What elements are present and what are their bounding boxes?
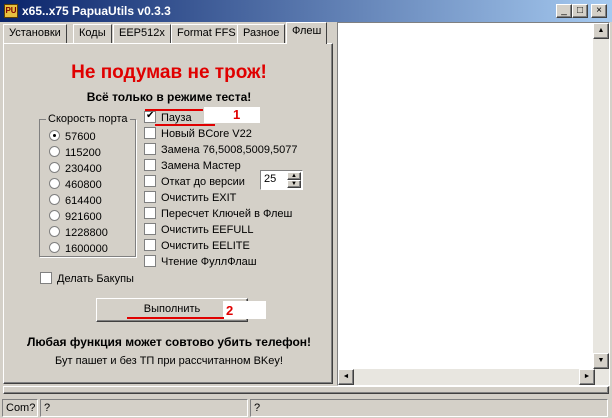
status-com: Com? bbox=[2, 399, 38, 417]
scroll-right-button[interactable]: ► bbox=[579, 369, 595, 385]
checkbox-box[interactable] bbox=[144, 127, 156, 139]
app-icon: PU bbox=[4, 4, 18, 18]
checkbox-box[interactable] bbox=[144, 255, 156, 267]
radio-circle[interactable] bbox=[49, 146, 60, 157]
tab-eep512x[interactable]: EEP512x bbox=[113, 24, 171, 43]
checkbox-replace-76[interactable]: Замена 76,5008,5009,5077 bbox=[144, 142, 298, 158]
checkbox-box[interactable] bbox=[144, 143, 156, 155]
checkbox-make-backups[interactable]: Делать Бакупы bbox=[40, 271, 134, 287]
checkbox-clear-eelite[interactable]: Очистить EELITE bbox=[144, 238, 250, 254]
radio-921600[interactable]: 921600 bbox=[49, 209, 102, 225]
radio-614400[interactable]: 614400 bbox=[49, 193, 102, 209]
splitter[interactable] bbox=[3, 386, 609, 394]
checkbox-replace-master[interactable]: Замена Мастер bbox=[144, 158, 241, 174]
radio-115200[interactable]: 115200 bbox=[49, 145, 101, 161]
checkbox-box[interactable] bbox=[144, 159, 156, 171]
checkbox-box[interactable] bbox=[144, 239, 156, 251]
horizontal-scrollbar[interactable]: ◄ ► bbox=[338, 369, 595, 385]
maximize-button[interactable]: □ bbox=[572, 4, 588, 18]
status-field-2: ? bbox=[250, 399, 608, 417]
annotation-2-number: 2 bbox=[226, 303, 234, 318]
checkbox-box[interactable] bbox=[144, 191, 156, 203]
radio-circle[interactable] bbox=[49, 210, 60, 221]
radio-circle[interactable] bbox=[49, 226, 60, 237]
tab-flash[interactable]: Флеш bbox=[286, 22, 328, 44]
radio-1600000[interactable]: 1600000 bbox=[49, 241, 108, 257]
checkbox-box[interactable] bbox=[144, 109, 156, 123]
status-bar: Com? ? ? bbox=[0, 398, 612, 418]
checkbox-clear-exit[interactable]: Очистить EXIT bbox=[144, 190, 236, 206]
checkbox-recalc-keys[interactable]: Пересчет Ключей в Флеш bbox=[144, 206, 292, 222]
tab-format-ffs[interactable]: Format FFS bbox=[171, 24, 242, 43]
radio-57600[interactable]: 57600 bbox=[49, 129, 96, 145]
title-bar[interactable]: PU x65..x75 PapuaUtils v0.3.3 _ □ × bbox=[0, 0, 612, 22]
panel-headline: Не подумав не трож! bbox=[71, 62, 267, 83]
minimize-button[interactable]: _ bbox=[556, 4, 572, 18]
spinner-up-button[interactable]: ▲ bbox=[287, 172, 301, 180]
version-value[interactable]: 25 bbox=[264, 173, 276, 185]
checkbox-read-fullflash[interactable]: Чтение ФуллФлаш bbox=[144, 254, 257, 270]
tab-misc[interactable]: Разное bbox=[237, 24, 286, 43]
checkbox-new-bcore[interactable]: Новый BCore V22 bbox=[144, 126, 252, 142]
window-title: x65..x75 PapuaUtils v0.3.3 bbox=[22, 4, 171, 18]
version-spinner[interactable]: 25 ▲ ▼ bbox=[260, 170, 303, 190]
radio-circle[interactable] bbox=[49, 178, 60, 189]
output-log[interactable]: ▲ ▼ ◄ ► bbox=[337, 22, 610, 386]
checkbox-rollback[interactable]: Откат до версии bbox=[144, 174, 245, 190]
port-speed-label: Скорость порта bbox=[46, 113, 130, 125]
warning-text: Любая функция может совтово убить телефо… bbox=[26, 335, 312, 349]
checkbox-clear-eefull[interactable]: Очистить EEFULL bbox=[144, 222, 254, 238]
radio-1228800[interactable]: 1228800 bbox=[49, 225, 108, 241]
scroll-down-button[interactable]: ▼ bbox=[593, 353, 609, 369]
radio-460800[interactable]: 460800 bbox=[49, 177, 102, 193]
scroll-up-button[interactable]: ▲ bbox=[593, 23, 609, 39]
port-speed-group: Скорость порта 57600 115200 230400 46080… bbox=[39, 113, 136, 257]
checkbox-box[interactable] bbox=[144, 175, 156, 187]
close-button[interactable]: × bbox=[591, 4, 607, 18]
annotation-1-box bbox=[204, 107, 260, 123]
checkbox-box[interactable] bbox=[144, 207, 156, 219]
tab-settings[interactable]: Установки bbox=[3, 24, 67, 43]
annotation-1-number: 1 bbox=[233, 107, 241, 122]
checkbox-box[interactable] bbox=[40, 272, 52, 284]
annotation-2-line bbox=[127, 317, 224, 319]
status-field-1: ? bbox=[40, 399, 248, 417]
vertical-scrollbar[interactable]: ▲ ▼ bbox=[593, 23, 609, 385]
checkbox-box[interactable] bbox=[144, 223, 156, 235]
scroll-left-button[interactable]: ◄ bbox=[338, 369, 354, 385]
radio-circle[interactable] bbox=[49, 242, 60, 253]
radio-circle[interactable] bbox=[49, 130, 60, 141]
checkbox-pause[interactable]: Пауза bbox=[144, 109, 192, 126]
radio-circle[interactable] bbox=[49, 194, 60, 205]
tab-codes[interactable]: Коды bbox=[73, 24, 112, 43]
note-text: Бут пашет и без ТП при рассчитанном BKey… bbox=[55, 355, 283, 367]
flash-tab-panel: Не подумав не трож! Всё только в режиме … bbox=[3, 43, 333, 384]
radio-230400[interactable]: 230400 bbox=[49, 161, 102, 177]
spinner-down-button[interactable]: ▼ bbox=[287, 180, 301, 188]
panel-subheadline: Всё только в режиме теста! bbox=[86, 90, 252, 104]
radio-circle[interactable] bbox=[49, 162, 60, 173]
